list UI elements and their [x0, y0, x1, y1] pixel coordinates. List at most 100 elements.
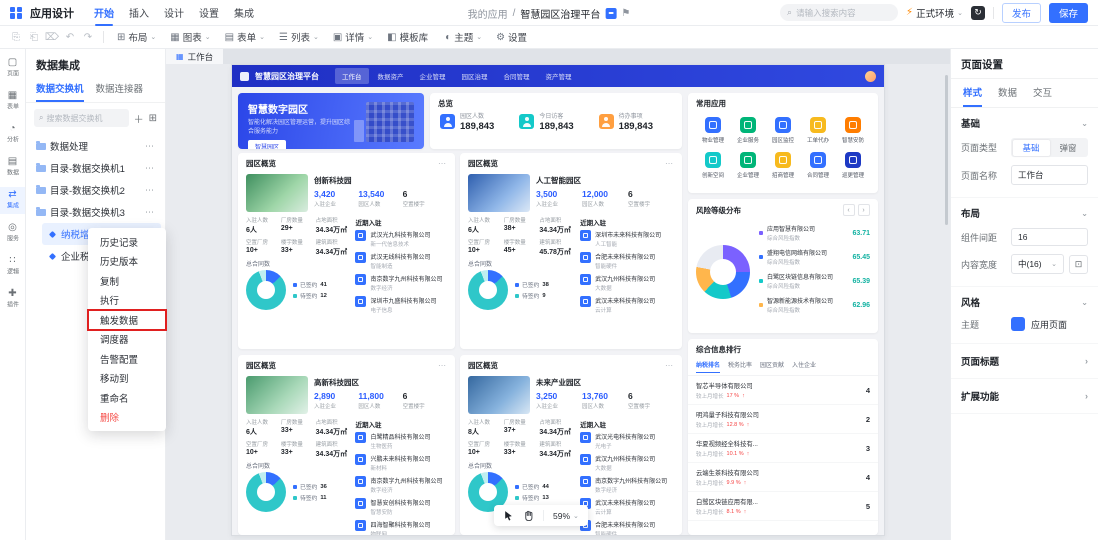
context-menu-item[interactable]: 告警配置	[88, 349, 166, 369]
add-icon[interactable]: ＋	[134, 111, 144, 126]
publish-button[interactable]: 发布	[1002, 3, 1041, 23]
toolbar-button[interactable]: ⚙ 设置	[490, 28, 536, 46]
prev-icon[interactable]: ‹	[843, 204, 855, 216]
tree-item[interactable]: 目录-数据交换机2 ✎ ⋯	[30, 179, 161, 201]
company-list-item[interactable]: 南京数字九州科技有限公司 数字经济	[355, 476, 447, 494]
context-menu-item[interactable]: 历史版本	[88, 252, 166, 272]
more-icon[interactable]: ⋯	[438, 361, 447, 370]
context-menu-item[interactable]: 调度器	[88, 330, 166, 350]
more-icon[interactable]: ⋯	[145, 207, 155, 218]
segment-option[interactable]: 弹窗	[1050, 140, 1087, 156]
page-preview[interactable]: 智慧园区治理平台 工作台数据资产企业管理园区治理合同管理资产管理 智慧数字园区 …	[232, 65, 884, 535]
panel-tab[interactable]: 数据交换机	[36, 78, 84, 102]
toolbar-button[interactable]: ▤ 表单 ⌄	[219, 28, 271, 46]
menu-item[interactable]: 设计	[164, 0, 184, 26]
context-menu-item[interactable]: 重命名	[88, 388, 166, 408]
zoom-level[interactable]: 59% ⌄	[553, 511, 579, 521]
new-folder-icon[interactable]: ⊞	[149, 113, 157, 124]
dashboard-nav-item[interactable]: 数据资产	[371, 68, 411, 84]
company-list-item[interactable]: 合肥未来科技有限公司 智能硬件	[580, 252, 674, 270]
ranking-tab[interactable]: 纳税排名	[696, 360, 720, 373]
paste-icon[interactable]: ⎘	[8, 32, 24, 43]
more-icon[interactable]: ⋯	[665, 361, 674, 370]
toolbar-button[interactable]: ◐ 主题 ⌄	[439, 28, 488, 46]
toolbar-button[interactable]: ▦ 图表 ⌄	[164, 28, 216, 46]
company-list-item[interactable]: 四海智聚科技有限公司 物联网	[355, 520, 447, 535]
component-gap-input[interactable]: 16	[1011, 228, 1088, 246]
hand-tool-icon[interactable]	[523, 510, 534, 521]
context-menu-item[interactable]: 移动到	[88, 369, 166, 389]
context-menu-item[interactable]: 删除	[88, 408, 166, 428]
company-list-item[interactable]: 武汉光九科技有限公司 新一代信息技术	[355, 230, 447, 248]
company-list-item[interactable]: 武汉九州科技有限公司 大数据	[580, 274, 674, 292]
company-list-item[interactable]: 兴鹏未来科技有限公司 新材料	[355, 454, 447, 472]
search-input[interactable]	[796, 8, 891, 18]
content-width-select[interactable]: 中(16) ⌄	[1011, 254, 1064, 274]
more-icon[interactable]: ⋯	[145, 141, 155, 152]
more-icon[interactable]: ⋯	[665, 159, 674, 168]
company-list-item[interactable]: 深圳市未来科技有限公司 人工智能	[580, 230, 674, 248]
chevron-down-icon[interactable]: ⌄	[1081, 298, 1088, 307]
page-name-field[interactable]: 工作台	[1011, 165, 1088, 185]
company-list-item[interactable]: 武汉未来科技有限公司 云计算	[580, 296, 674, 314]
company-list-item[interactable]: 南京数字九州科技有限公司 数字经济	[355, 274, 447, 292]
breadcrumb-section[interactable]: 我的应用	[468, 6, 508, 21]
toolbar-button[interactable]: ▣ 详情 ⌄	[327, 28, 379, 46]
settings-tab[interactable]: 样式	[963, 85, 982, 107]
dashboard-nav-item[interactable]: 工作台	[335, 68, 369, 84]
company-list-item[interactable]: 南京数字九州科技有限公司 数字经济	[580, 476, 674, 494]
tree-item[interactable]: 数据处理 ✎ ⋯	[30, 135, 161, 157]
risk-list-item[interactable]: 白鹭区块链信息有限公司 综合风险指数 65.39	[759, 272, 870, 290]
next-icon[interactable]: ›	[858, 204, 870, 216]
ranking-row[interactable]: 华夏视频经全科技有... 较上月增长 10.1 % ↑ 3	[688, 434, 878, 463]
canvas-scrollbar[interactable]	[944, 67, 949, 536]
ranking-tab[interactable]: 税务比率	[728, 360, 752, 373]
risk-list-item[interactable]: 盛翔电信网络有限公司 综合风险指数 65.45	[759, 248, 870, 266]
rail-item[interactable]: ✚ 插件	[0, 286, 25, 313]
delete-icon[interactable]: ⌦	[44, 32, 60, 43]
more-icon[interactable]: ⋯	[145, 163, 155, 174]
rail-item[interactable]: ▤ 数据	[0, 154, 25, 181]
refresh-icon[interactable]: ↻	[971, 6, 985, 20]
company-list-item[interactable]: 智慧安创科技有限公司 智慧安防	[355, 498, 447, 516]
menu-item[interactable]: 开始	[94, 0, 114, 26]
dashboard-nav-item[interactable]: 资产管理	[539, 68, 579, 84]
rail-item[interactable]: ◎ 服务	[0, 220, 25, 247]
chevron-down-icon[interactable]: ⌄	[1081, 209, 1088, 218]
save-button[interactable]: 保存	[1049, 3, 1088, 23]
risk-list-item[interactable]: 智源新能源技术有限公司 综合风险指数 62.96	[759, 296, 870, 314]
company-list-item[interactable]: 武汉九州科技有限公司 大数据	[580, 454, 674, 472]
cursor-tool-icon[interactable]	[503, 510, 514, 521]
ranking-row[interactable]: 明鸿量子科技有限公司 较上月增长 12.8 % ↑ 2	[688, 405, 878, 434]
toolbar-button[interactable]: ⊞ 布局 ⌄	[111, 28, 162, 46]
layout-preview-icon[interactable]: ⊡	[1069, 255, 1088, 274]
menu-item[interactable]: 插入	[129, 0, 149, 26]
copy-icon[interactable]: ⎗	[26, 32, 42, 43]
tree-item[interactable]: 目录-数据交换机3 ✎ ⋯	[30, 201, 161, 223]
settings-tab[interactable]: 数据	[998, 85, 1017, 107]
tree-search-input[interactable]	[46, 114, 123, 123]
undo-icon[interactable]: ↶	[62, 32, 78, 43]
canvas-tab[interactable]: ▦ 工作台	[166, 49, 223, 64]
context-menu-item[interactable]: 复制	[88, 271, 166, 291]
dashboard-nav-item[interactable]: 企业管理	[413, 68, 453, 84]
panel-tab[interactable]: 数据连接器	[96, 78, 144, 102]
message-icon[interactable]	[605, 8, 616, 19]
ranking-tab[interactable]: 入住企业	[792, 360, 816, 373]
toolbar-button[interactable]: ◧ 模板库	[381, 28, 437, 46]
ranking-row[interactable]: 智芯半导体有限公司 较上月增长 17 % ↑ 4	[688, 376, 878, 405]
more-icon[interactable]: ⋯	[145, 185, 155, 196]
ranking-tab[interactable]: 园区贡献	[760, 360, 784, 373]
rail-item[interactable]: ∷ 逻辑	[0, 253, 25, 280]
company-list-item[interactable]: 武汉光电科技有限公司 光电子	[580, 432, 674, 450]
chevron-down-icon[interactable]: ⌄	[1081, 119, 1088, 128]
risk-list-item[interactable]: 应用智慧有限公司 综合风险指数 63.71	[759, 224, 870, 242]
context-menu-item[interactable]: 执行	[88, 291, 166, 311]
dashboard-nav-item[interactable]: 园区治理	[455, 68, 495, 84]
company-list-item[interactable]: 合肥未来科技有限公司 智能硬件	[580, 520, 674, 535]
toolbar-button[interactable]: ☰ 列表 ⌄	[273, 28, 325, 46]
more-icon[interactable]: ⋯	[438, 159, 447, 168]
redo-icon[interactable]: ↷	[80, 32, 96, 43]
page-title-section[interactable]: 页面标题 ›	[951, 344, 1098, 379]
user-avatar[interactable]	[865, 71, 876, 82]
